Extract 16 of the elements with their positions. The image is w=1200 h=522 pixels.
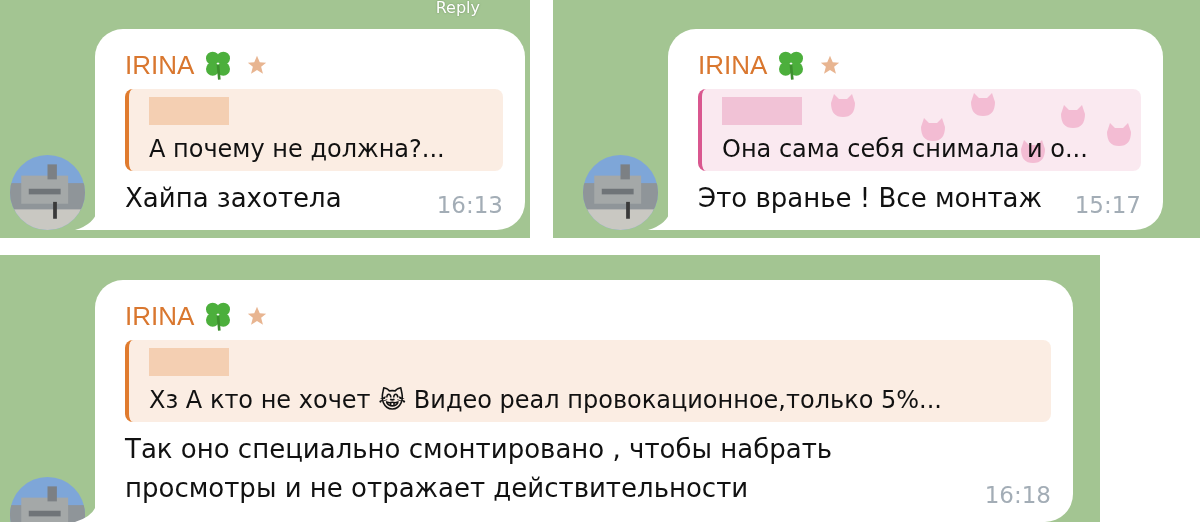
message-text: Так оно специально смонтировано , чтобы набрать просмотры и не отражает действительности [125, 433, 834, 505]
quoted-message[interactable]: Хз А кто не хочет 😹 Видео реал провокационное,только 5%... [125, 340, 1051, 422]
sender-name[interactable]: IRINA [125, 49, 195, 81]
quote-text: Она сама себя снимала и о... [722, 135, 1089, 163]
sender-name[interactable]: IRINA [125, 300, 195, 332]
sender-name[interactable]: IRINA [698, 49, 768, 81]
message-text: Хайпа захотела [125, 182, 342, 215]
quote-text: Хз А кто не хочет 😹 Видео реал провокационное,только 5%... [149, 386, 943, 414]
message-text: Это вранье ! Все монтаж [698, 182, 1042, 215]
quote-text: А почему не должна?... [149, 135, 446, 163]
quoted-message[interactable]: А почему не должна?... [125, 89, 503, 171]
reply-label[interactable]: Reply [435, 0, 480, 17]
message-time: 16:13 [436, 192, 503, 218]
quoted-message[interactable]: Она сама себя снимала и о... [698, 89, 1141, 171]
message-time: 15:17 [1074, 192, 1141, 218]
message-time: 16:18 [984, 482, 1051, 508]
